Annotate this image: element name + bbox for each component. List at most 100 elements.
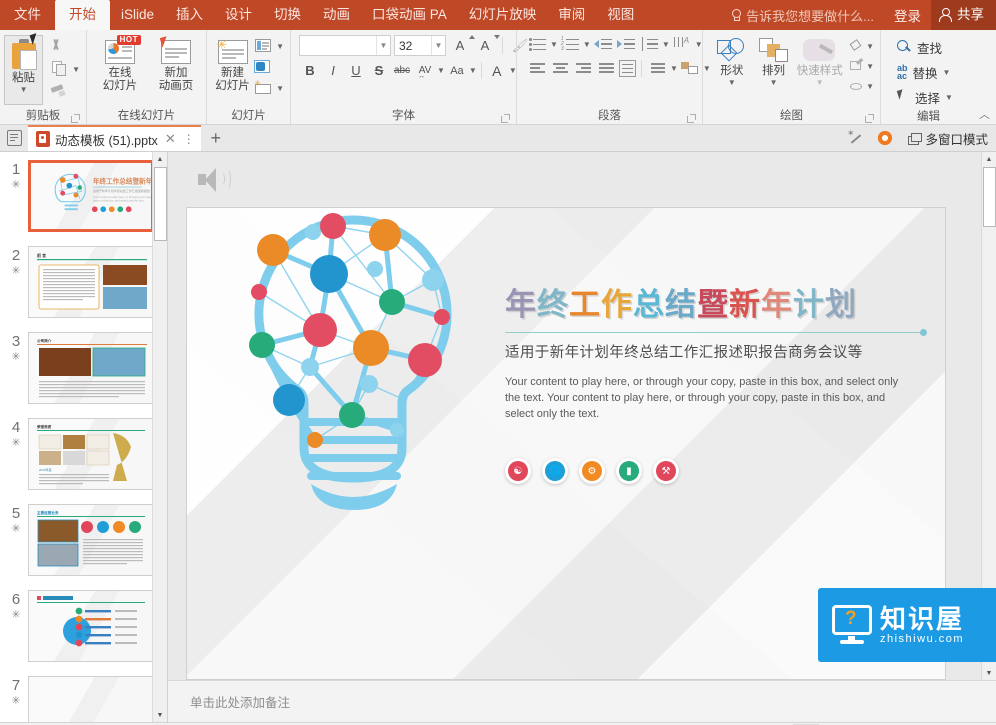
underline-button[interactable]: U: [345, 60, 367, 81]
italic-button[interactable]: I: [322, 60, 344, 81]
bullet-list-button[interactable]: [527, 35, 548, 54]
slide-thumbnail-image[interactable]: 荣誉资质 2016年度: [28, 418, 154, 490]
team-icon[interactable]: ⚒: [653, 458, 679, 484]
menu-item-design[interactable]: 设计: [214, 0, 263, 30]
reset-slide-icon[interactable]: [253, 59, 273, 76]
collapse-ribbon-button[interactable]: ︿: [979, 106, 990, 122]
layout-button[interactable]: ▼: [252, 37, 286, 56]
quick-styles-button[interactable]: 快速样式 ▼: [796, 35, 843, 87]
menu-item-file[interactable]: 文件: [0, 0, 55, 30]
decrease-font-size-button[interactable]: A: [474, 35, 500, 56]
convert-smartart-button[interactable]: [680, 59, 701, 78]
login-button[interactable]: 登录: [884, 5, 931, 25]
shape-outline-button[interactable]: ▼: [847, 58, 876, 74]
replace-button[interactable]: ab ac 替换 ▼: [893, 60, 950, 84]
scrollbar-thumb[interactable]: [983, 167, 996, 227]
scrollbar-thumb[interactable]: [154, 167, 167, 241]
slide-thumbnail-image[interactable]: 前 言: [28, 246, 154, 318]
character-spacing-button[interactable]: AV ↔: [414, 60, 436, 81]
decrease-indent-button[interactable]: [593, 35, 614, 54]
scroll-down-icon[interactable]: ▼: [153, 708, 167, 722]
arrange-button[interactable]: 排列 ▼: [755, 35, 793, 87]
select-button[interactable]: 选择 ▼: [893, 85, 953, 109]
magic-wand-button[interactable]: [840, 125, 870, 151]
share-button[interactable]: 共享: [931, 0, 996, 30]
slide-thumbnail-7[interactable]: 7 ✳: [0, 676, 167, 722]
shape-effects-button[interactable]: ▼: [847, 78, 876, 94]
menu-item-insert[interactable]: 插入: [165, 0, 214, 30]
increase-indent-button[interactable]: [616, 35, 637, 54]
slide-thumbnail-image[interactable]: [28, 590, 154, 662]
scroll-down-icon[interactable]: ▼: [982, 666, 996, 680]
scroll-up-icon[interactable]: ▲: [982, 152, 996, 166]
numbered-list-button[interactable]: 123: [560, 35, 581, 54]
slide-thumbnail-image[interactable]: 公司简介: [28, 332, 154, 404]
justify-button[interactable]: [596, 59, 617, 78]
menu-item-islide[interactable]: iSlide: [110, 0, 165, 30]
close-icon[interactable]: ✕: [163, 131, 178, 147]
online-slide-button[interactable]: HOT 在线 幻灯片: [94, 35, 146, 93]
chevron-down-icon[interactable]: ▼: [431, 36, 445, 55]
tell-me-search[interactable]: 告诉我您想要做什么...: [720, 6, 884, 25]
shapes-button[interactable]: 形状 ▼: [713, 35, 751, 87]
menu-item-review[interactable]: 审阅: [547, 0, 596, 30]
text-direction-button[interactable]: A: [672, 35, 693, 54]
menu-item-home[interactable]: 开始: [55, 0, 110, 30]
slide-thumbnail-6[interactable]: 6 ✳: [0, 590, 167, 676]
dialog-launcher-icon[interactable]: [501, 114, 510, 123]
font-size-input[interactable]: 32 ▼: [394, 35, 446, 56]
dialog-launcher-icon[interactable]: [71, 114, 80, 123]
add-animation-page-button[interactable]: 新加 动画页: [150, 35, 202, 93]
line-spacing-button[interactable]: [639, 35, 660, 54]
slide-thumbnail-image[interactable]: [28, 676, 154, 722]
menu-item-pocket-animation[interactable]: 口袋动画 PA: [361, 0, 458, 30]
menu-item-animations[interactable]: 动画: [312, 0, 361, 30]
new-tab-button[interactable]: +: [200, 125, 231, 151]
menu-item-transitions[interactable]: 切换: [263, 0, 312, 30]
slide-thumbnail-2[interactable]: 2 ✳ 前 言: [0, 246, 167, 332]
slide-thumbnail-image[interactable]: 主要经营业务: [28, 504, 154, 576]
audio-speaker-icon[interactable]: [196, 166, 231, 194]
increase-font-size-button[interactable]: A: [449, 35, 475, 56]
slide-thumbnail-1[interactable]: 1 ✳ 年终工作总结暨新 适用于新年计划年终总结工作汇报述职报告 Your co…: [0, 160, 167, 246]
file-list-button[interactable]: [0, 125, 28, 151]
slide-thumbnail-4[interactable]: 4 ✳ 荣誉资质 2016年度: [0, 418, 167, 504]
slide-thumbnail-5[interactable]: 5 ✳ 主要经营业务: [0, 504, 167, 590]
scroll-up-icon[interactable]: ▲: [153, 152, 167, 166]
notes-pane[interactable]: 单击此处添加备注: [168, 680, 996, 722]
gears-icon[interactable]: ⚙: [579, 458, 605, 484]
tab-menu-icon[interactable]: ⋮: [183, 132, 195, 146]
slide-thumbnail-panel[interactable]: 1 ✳ 年终工作总结暨新 适用于新年计划年终总结工作汇报述职报告 Your co…: [0, 152, 168, 722]
section-button[interactable]: ✳ ▼: [252, 79, 286, 98]
document-tab[interactable]: 动态模板 (51).pptx ✕ ⋮: [28, 125, 201, 151]
distribute-text-button[interactable]: [619, 60, 636, 77]
text-effects-button[interactable]: abc: [391, 60, 413, 81]
change-case-button[interactable]: Aa: [446, 60, 468, 81]
cut-icon[interactable]: [48, 38, 68, 56]
dialog-launcher-icon[interactable]: [687, 114, 696, 123]
new-slide-button[interactable]: ✳ 新建 幻灯片: [213, 35, 252, 93]
strikethrough-button[interactable]: S: [368, 60, 390, 81]
slide-panel-scrollbar[interactable]: ▲ ▼: [152, 152, 167, 722]
dialog-launcher-icon[interactable]: [865, 114, 874, 123]
slide-title-block[interactable]: 年终工作总结暨新年计划 适用于新年计划年终总结工作汇报述职报告商务会议等 You…: [505, 286, 927, 422]
shape-fill-button[interactable]: ▼: [847, 38, 876, 54]
idea-icon[interactable]: ☯: [505, 458, 531, 484]
chart-icon[interactable]: ▮: [616, 458, 642, 484]
columns-button[interactable]: [647, 59, 668, 78]
chevron-down-icon[interactable]: ▼: [376, 36, 390, 55]
paste-button[interactable]: 粘贴 ▼: [4, 33, 44, 105]
multiwindow-mode-button[interactable]: 多窗口模式: [900, 129, 996, 148]
font-name-input[interactable]: ▼: [299, 35, 391, 56]
slide-thumbnail-3[interactable]: 3 ✳ 公司简介: [0, 332, 167, 418]
settings-button[interactable]: [870, 125, 900, 151]
copy-button[interactable]: ▼: [48, 59, 82, 79]
align-left-button[interactable]: [527, 59, 548, 78]
globe-icon[interactable]: 🌐: [542, 458, 568, 484]
find-button[interactable]: 查找: [893, 35, 942, 59]
font-color-button[interactable]: A: [486, 60, 508, 81]
menu-item-slideshow[interactable]: 幻灯片放映: [458, 0, 548, 30]
align-right-button[interactable]: [573, 59, 594, 78]
bold-button[interactable]: B: [299, 60, 321, 81]
align-center-button[interactable]: [550, 59, 571, 78]
